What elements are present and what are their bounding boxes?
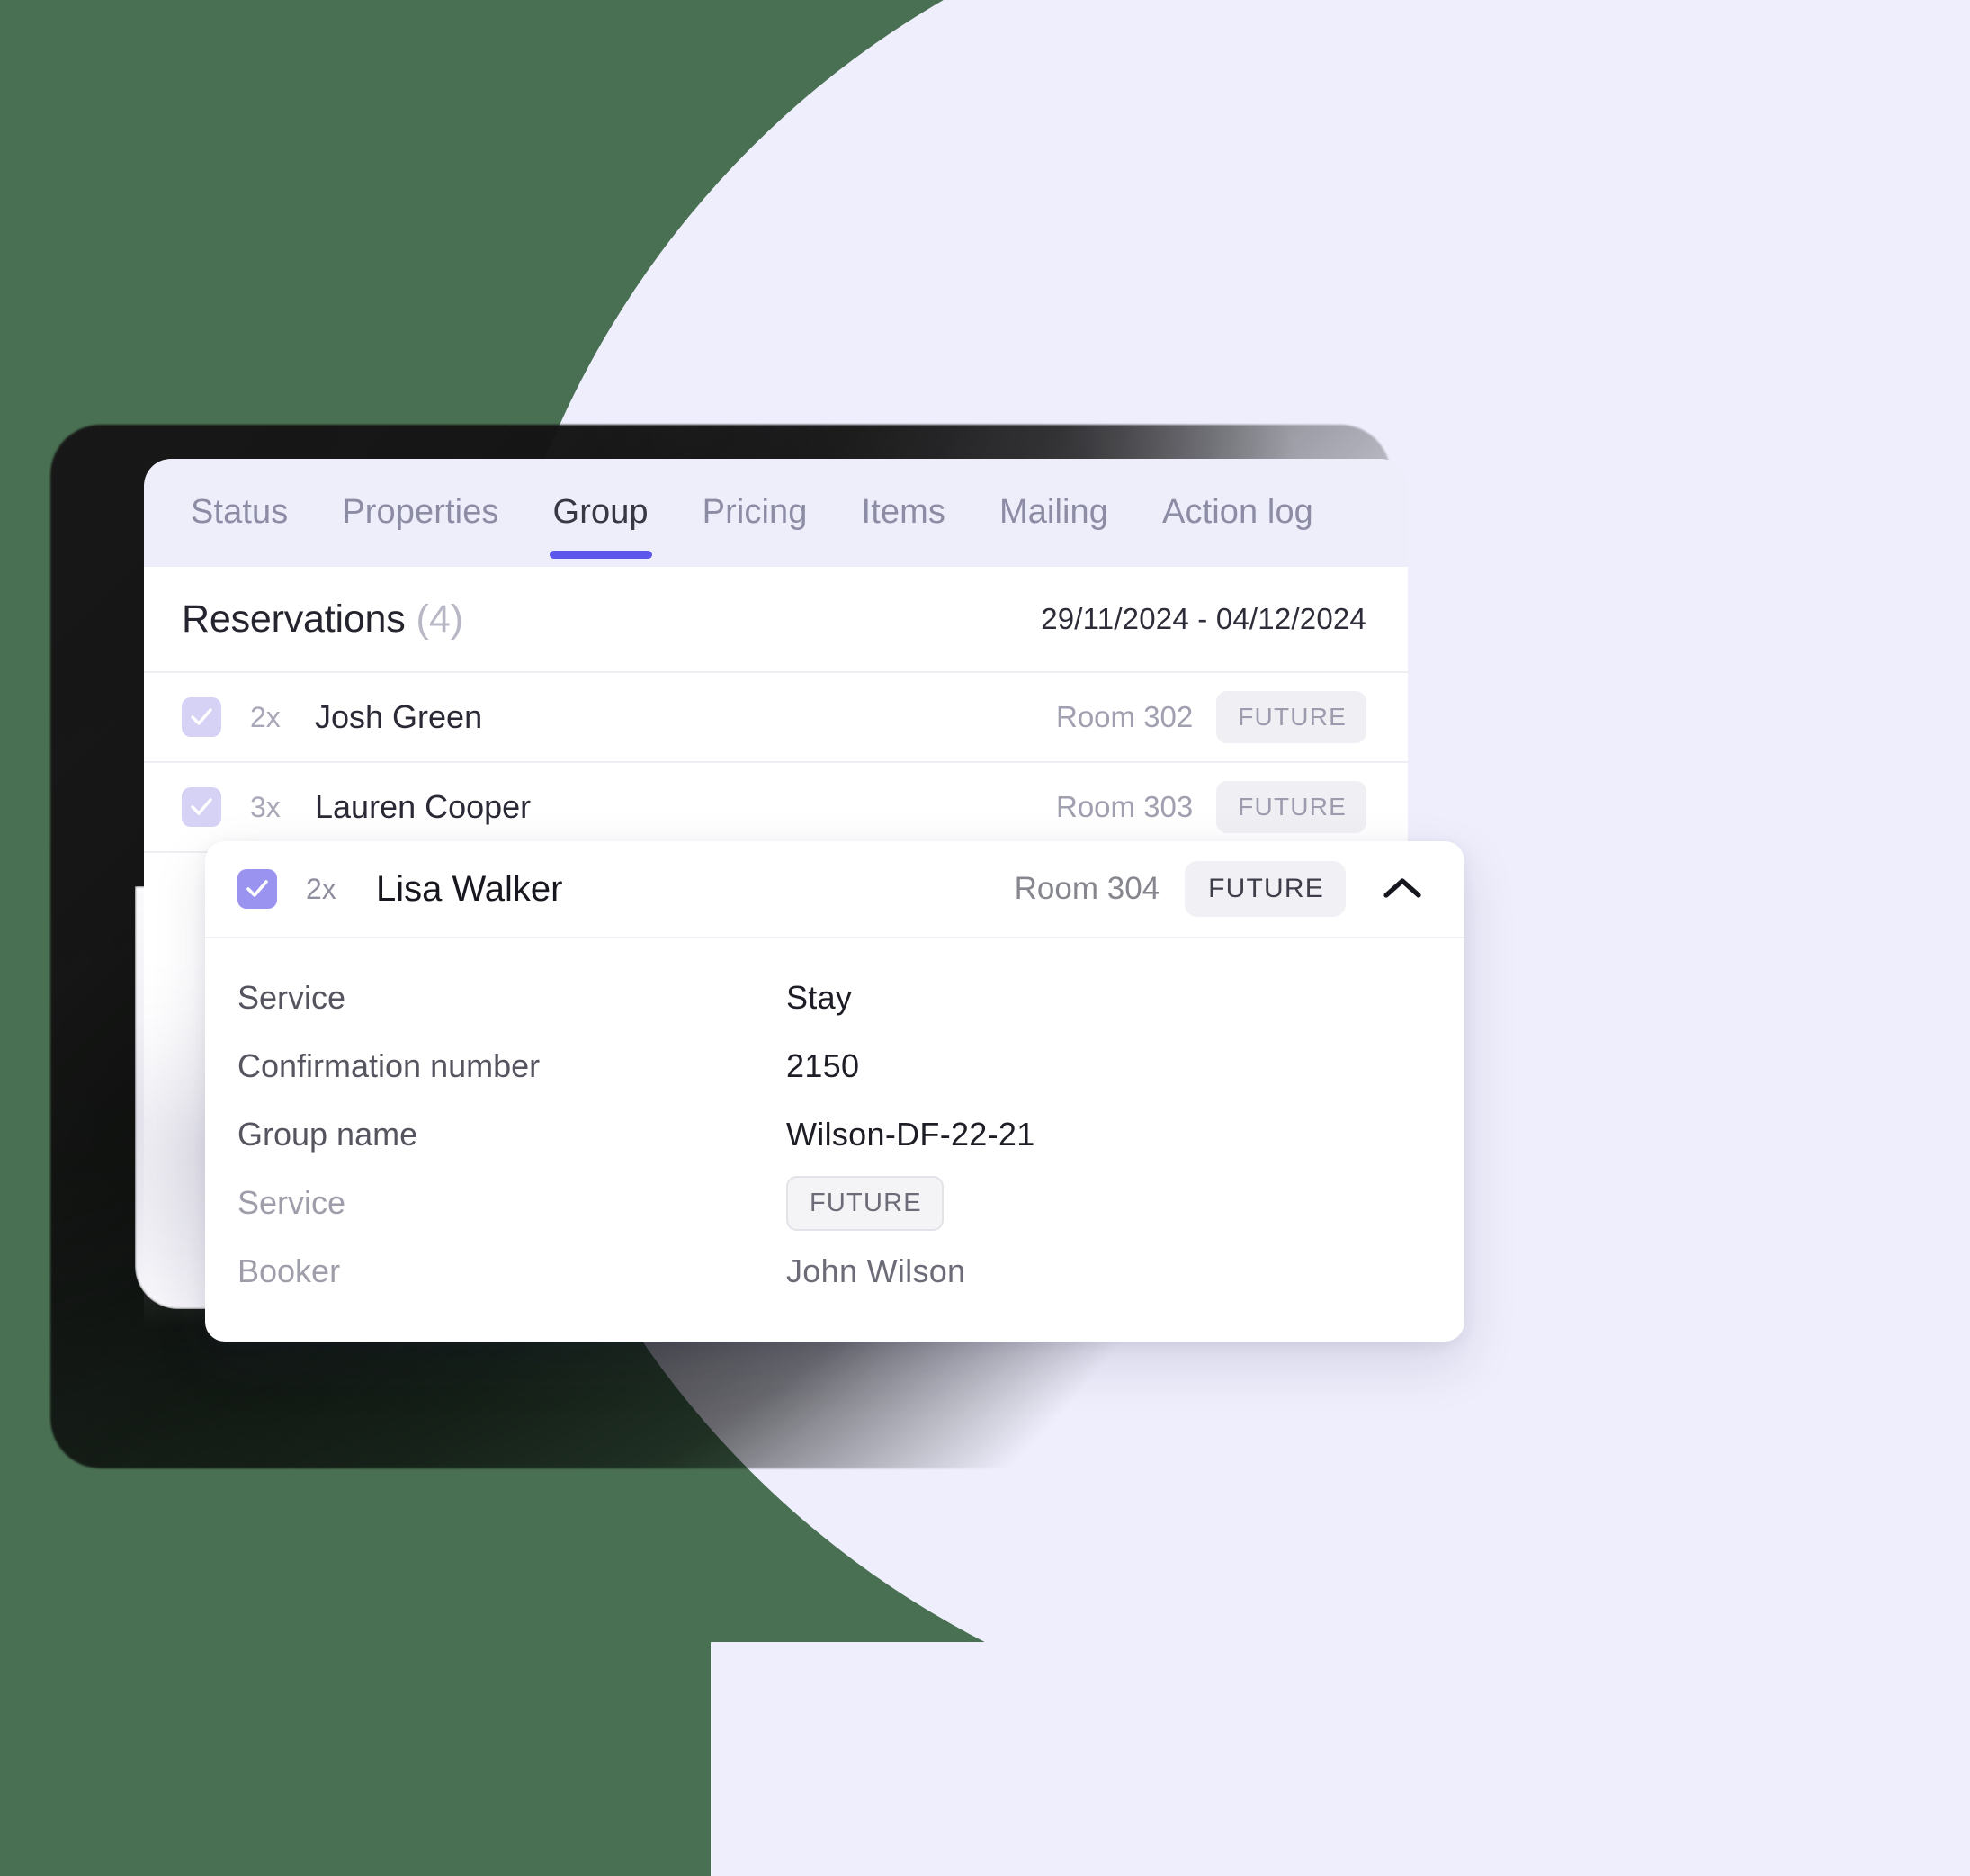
reservation-checkbox[interactable] (237, 869, 277, 909)
detail-value: Stay (786, 979, 853, 1016)
detail-row: Group name Wilson-DF-22-21 (237, 1100, 1423, 1169)
room-label: Room 302 (1055, 700, 1194, 733)
status-badge: FUTURE (786, 1175, 944, 1231)
background-right-fill (1394, 0, 1970, 1876)
tab-pricing[interactable]: Pricing (676, 493, 835, 559)
guest-name: Lisa Walker (376, 868, 563, 909)
detail-label: Service (237, 979, 346, 1016)
status-badge: FUTURE (1185, 861, 1346, 917)
reservation-row[interactable]: 2x Josh Green Room 302 FUTURE (144, 673, 1408, 763)
status-badge: FUTURE (1216, 691, 1366, 743)
background-bottom-fill (711, 1642, 1970, 1876)
detail-value: Wilson-DF-22-21 (786, 1116, 1035, 1153)
reservation-quantity: 3x (250, 790, 281, 823)
tab-status[interactable]: Status (164, 493, 315, 559)
reservation-detail-header[interactable]: 2x Lisa Walker Room 304 FUTURE (205, 841, 1464, 938)
guest-name: Lauren Cooper (315, 788, 532, 825)
tab-bar: Status Properties Group Pricing Items Mailing… (144, 459, 1408, 567)
detail-row: Service Stay (237, 964, 1423, 1032)
check-icon (191, 708, 212, 725)
tab-mailing[interactable]: Mailing (972, 493, 1135, 559)
check-icon (246, 880, 268, 897)
reservation-quantity: 2x (250, 700, 281, 733)
tab-group[interactable]: Group (526, 493, 676, 559)
date-range-label: 29/11/2024 - 04/12/2024 (1041, 602, 1366, 635)
tab-action-log[interactable]: Action log (1135, 493, 1340, 559)
chevron-up-icon[interactable] (1378, 865, 1427, 913)
reservation-detail-body: Service Stay Confirmation number 2150 Group … (205, 938, 1464, 1342)
reservations-title-group: Reservations (4) (182, 597, 463, 642)
room-label: Room 303 (1055, 790, 1194, 823)
detail-label: Confirmation number (237, 1047, 541, 1084)
detail-label: Group name (237, 1116, 418, 1153)
reservation-list: 2x Josh Green Room 302 FUTURE 3x Lauren Coope… (144, 673, 1408, 853)
reservation-checkbox[interactable] (182, 787, 221, 827)
reservation-detail-card: 2x Lisa Walker Room 304 FUTURE Service St… (205, 841, 1464, 1342)
reservation-row[interactable]: 3x Lauren Cooper Room 303 FUTURE (144, 763, 1408, 853)
detail-value: John Wilson (786, 1252, 966, 1289)
status-badge: FUTURE (1216, 781, 1366, 833)
room-label: Room 304 (1014, 871, 1160, 906)
check-icon (191, 798, 212, 815)
reservation-checkbox[interactable] (182, 697, 221, 737)
detail-value: 2150 (786, 1047, 860, 1084)
detail-row: Service FUTURE (237, 1169, 1423, 1237)
page-title: Reservations (182, 597, 406, 641)
reservations-header: Reservations (4) 29/11/2024 - 04/12/2024 (144, 567, 1408, 673)
detail-label: Service (237, 1184, 346, 1221)
detail-row: Booker John Wilson (237, 1237, 1423, 1306)
guest-name: Josh Green (315, 698, 483, 735)
detail-label: Booker (237, 1252, 341, 1289)
tab-items[interactable]: Items (835, 493, 972, 559)
reservations-count: (4) (416, 597, 464, 641)
reservation-quantity: 2x (306, 872, 336, 905)
detail-row: Confirmation number 2150 (237, 1032, 1423, 1100)
tab-properties[interactable]: Properties (315, 493, 525, 559)
